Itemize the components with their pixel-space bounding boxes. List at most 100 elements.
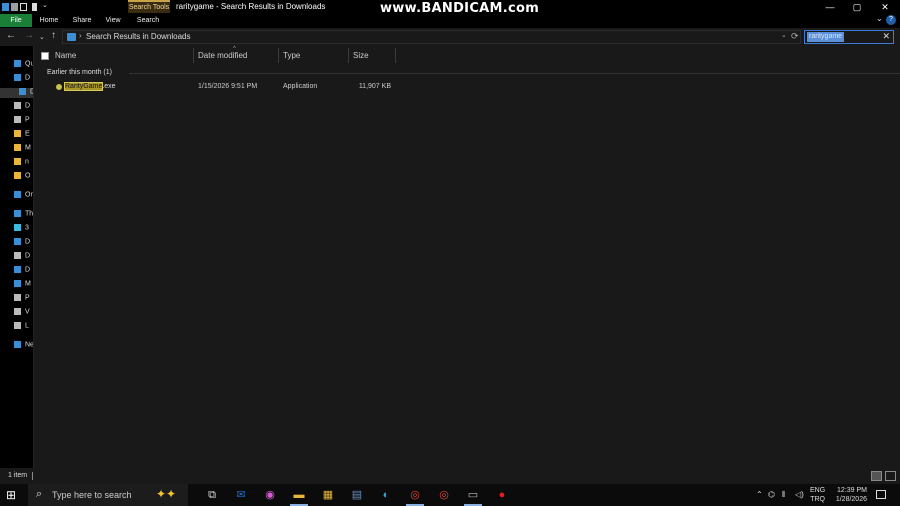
group-header[interactable]: Earlier this month (1) — [47, 69, 112, 76]
properties-icon[interactable] — [11, 3, 18, 11]
back-button[interactable]: ← — [6, 30, 16, 41]
sidebar-item-label: E — [25, 130, 30, 138]
sparkle-icon[interactable]: ✦✦ — [156, 487, 176, 501]
column-date-modified[interactable]: Date modified — [198, 51, 247, 60]
sidebar-item[interactable]: O — [14, 172, 30, 182]
group-divider — [129, 73, 900, 74]
file-date-modified: 1/15/2026 9:51 PM — [198, 83, 258, 90]
sidebar-item[interactable]: 3 — [14, 224, 29, 234]
forward-button[interactable]: → — [24, 30, 34, 41]
sidebar-item[interactable]: D — [0, 88, 33, 98]
sidebar-item[interactable]: V — [14, 308, 30, 318]
column-divider[interactable] — [348, 48, 349, 63]
tab-share[interactable]: Share — [70, 14, 94, 27]
app-icon[interactable]: ▤ — [349, 487, 365, 503]
sidebar-item[interactable]: D — [14, 238, 30, 248]
sidebar-item[interactable]: Ne — [14, 341, 33, 351]
chrome-icon[interactable]: ◎ — [436, 487, 452, 503]
show-hidden-icons-icon[interactable]: ⌃ — [756, 490, 763, 499]
file-list: Name ^ Date modified Type Size Earlier t… — [34, 46, 900, 468]
task-view-icon[interactable]: ⧉ — [204, 487, 220, 503]
address-dropdown-icon[interactable]: ⌄ — [781, 31, 787, 39]
item-count: 1 item — [8, 472, 28, 479]
network-icon — [14, 341, 21, 348]
file-name[interactable]: RarityGame.exe — [63, 82, 116, 91]
sidebar-item[interactable]: L — [14, 322, 29, 332]
sidebar-item[interactable]: D — [14, 74, 30, 84]
input-language[interactable]: ENG TRQ — [810, 486, 825, 504]
column-divider[interactable] — [193, 48, 194, 63]
column-divider[interactable] — [278, 48, 279, 63]
expand-ribbon-icon[interactable]: ⌄ — [876, 14, 883, 23]
sidebar-item[interactable]: D — [14, 102, 30, 112]
3d-objects-icon — [14, 224, 21, 231]
close-button[interactable]: ✕ — [871, 0, 899, 14]
pin-icon[interactable] — [32, 3, 37, 11]
large-icons-view-button[interactable] — [885, 471, 896, 481]
copilot-icon[interactable]: ◉ — [262, 487, 278, 503]
file-explorer-icon[interactable]: ▬ — [291, 487, 307, 503]
taskbar-search-placeholder[interactable]: Type here to search — [52, 490, 132, 500]
column-divider[interactable] — [395, 48, 396, 63]
sidebar-item[interactable]: Qu — [14, 60, 33, 70]
tab-search[interactable]: Search — [136, 14, 160, 27]
sidebar-item[interactable]: P — [14, 294, 30, 304]
documents-icon — [14, 102, 21, 109]
file-size: 11,907 KB — [358, 83, 391, 90]
navigation-bar: ← → ⌄ ↑ › Search Results in Downloads ⌄ … — [0, 28, 900, 46]
sidebar-item[interactable]: M — [14, 144, 31, 154]
search-tools-context-tab: Search Tools — [128, 0, 170, 13]
new-folder-icon[interactable] — [20, 3, 27, 11]
tab-home[interactable]: Home — [36, 14, 62, 27]
tab-file[interactable]: File — [0, 14, 32, 27]
network-icon[interactable]: ⌬ — [768, 490, 775, 499]
column-type[interactable]: Type — [283, 51, 300, 60]
breadcrumb[interactable]: Search Results in Downloads — [86, 32, 191, 41]
maximize-button[interactable]: ▢ — [843, 0, 871, 14]
sidebar-item[interactable]: M — [14, 280, 31, 290]
sidebar-item[interactable]: D — [14, 252, 30, 262]
refresh-icon[interactable]: ⟳ — [791, 31, 799, 42]
taskbar-search-box[interactable]: ⌕ Type here to search ✦✦ — [28, 484, 188, 506]
mail-icon[interactable]: ✉ — [233, 487, 249, 503]
sidebar-item[interactable]: Th — [14, 210, 33, 220]
search-input[interactable]: raritygame ✕ — [804, 30, 894, 44]
clock[interactable]: 12:39 PM 1/28/2026 — [833, 486, 867, 504]
sidebar-item-label: D — [25, 102, 31, 110]
store-icon[interactable]: ▦ — [320, 487, 336, 503]
sidebar-item[interactable]: E — [14, 130, 30, 140]
edge-icon[interactable]: ◐ — [378, 487, 394, 503]
minimize-button[interactable]: — — [816, 0, 844, 14]
search-query[interactable]: raritygame — [807, 32, 845, 42]
sidebar-item-label: P — [25, 294, 30, 302]
sidebar-item[interactable]: On — [14, 191, 34, 201]
sidebar-item[interactable]: P — [14, 116, 30, 126]
clear-search-icon[interactable]: ✕ — [882, 31, 890, 42]
chrome-icon[interactable]: ◎ — [407, 487, 423, 503]
address-bar[interactable]: › Search Results in Downloads ⌄ ⟳ — [62, 30, 801, 44]
microphone-icon[interactable]: ⦀ — [782, 490, 786, 500]
column-size[interactable]: Size — [353, 51, 369, 60]
application-icon — [56, 84, 62, 90]
up-button[interactable]: ↑ — [51, 30, 56, 41]
breadcrumb-separator[interactable]: › — [79, 31, 82, 40]
column-name[interactable]: Name — [55, 51, 76, 60]
tab-view[interactable]: View — [103, 14, 123, 27]
sidebar-item[interactable]: n — [14, 158, 29, 168]
documents-icon — [14, 252, 21, 259]
recent-locations-icon[interactable]: ⌄ — [39, 33, 45, 41]
notifications-icon[interactable] — [876, 490, 886, 499]
sidebar-item-label: On — [25, 191, 34, 199]
details-view-button[interactable] — [871, 471, 882, 481]
bandicam-icon[interactable]: ● — [494, 487, 510, 503]
download-icon — [19, 88, 26, 95]
sidebar-item[interactable]: D — [14, 266, 30, 276]
table-row[interactable]: RarityGame.exe 1/15/2026 9:51 PM Applica… — [34, 82, 434, 95]
app-icon[interactable]: ▭ — [465, 487, 481, 503]
customize-quick-access-icon[interactable]: ⌄ — [42, 1, 48, 9]
help-icon[interactable]: ? — [886, 15, 896, 25]
volume-icon[interactable]: ◁) — [795, 490, 804, 499]
start-button[interactable]: ⊞ — [6, 489, 18, 501]
select-all-checkbox[interactable] — [41, 52, 49, 60]
clock-time: 12:39 PM — [837, 487, 867, 494]
